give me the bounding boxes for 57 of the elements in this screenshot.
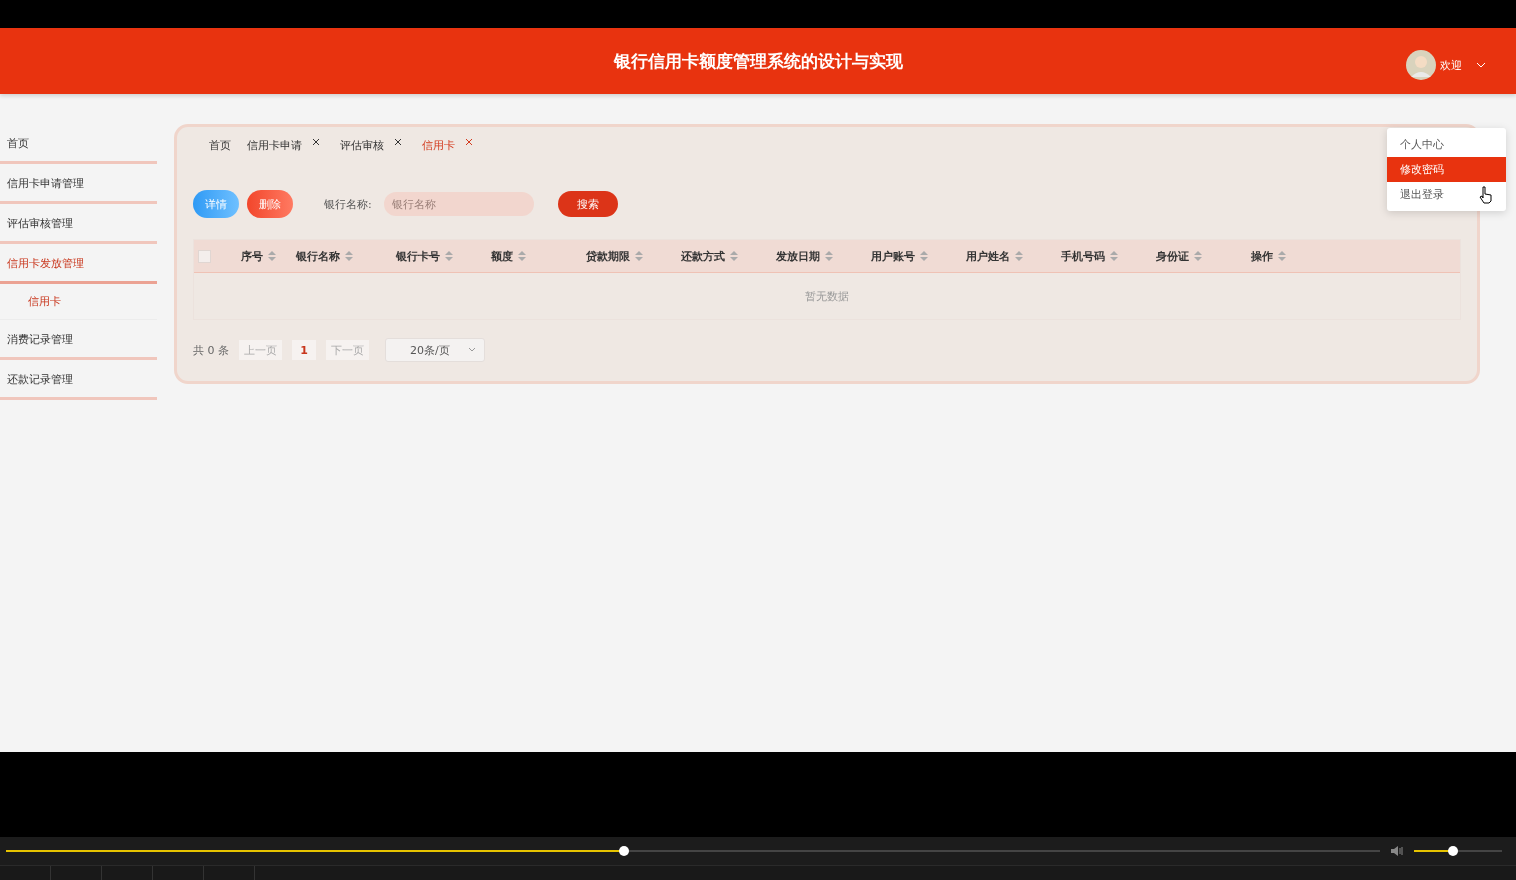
sort-icon[interactable] [518,251,526,261]
column-header[interactable]: 身份证 [1156,248,1189,264]
hand-cursor-icon [1479,186,1493,204]
column-header[interactable]: 发放日期 [776,248,820,264]
sidebar-subitem[interactable]: 信用卡 [0,284,157,320]
sidebar-item[interactable]: 信用卡发放管理 [0,244,157,284]
search-button[interactable]: 搜索 [557,191,618,217]
close-icon[interactable] [394,138,402,146]
column-header[interactable]: 银行卡号 [396,248,440,264]
sort-icon[interactable] [1194,251,1202,261]
total-count: 共 0 条 [193,342,229,358]
sidebar-item[interactable]: 评估审核管理 [0,204,157,244]
select-all-checkbox[interactable] [198,249,211,263]
column-header[interactable]: 用户姓名 [966,248,1010,264]
slider-thumb[interactable] [619,846,630,856]
tab[interactable]: 首页 [203,137,237,153]
sidebar-item[interactable]: 首页 [0,124,157,164]
sort-icon[interactable] [1278,251,1286,261]
sort-icon[interactable] [1110,251,1118,261]
field-label: 银行名称: [324,196,372,212]
greeting-text[interactable]: 欢迎 [1440,57,1462,73]
sort-icon[interactable] [345,251,353,261]
search-field[interactable]: 银行名称 [383,192,534,216]
sort-icon[interactable] [730,251,738,261]
menu-item[interactable]: 个人中心 [1387,132,1506,157]
app-title: 银行信用卡额度管理系统的设计与实现 [613,49,903,73]
sidebar-item[interactable]: 信用卡申请管理 [0,164,157,204]
menu-item[interactable]: 修改密码 [1387,157,1506,182]
page-number[interactable]: 1 [292,340,316,360]
speaker-icon[interactable] [1390,845,1404,857]
caret-icon[interactable] [1476,61,1486,69]
chevron-down-icon[interactable] [468,347,476,353]
sidebar-item[interactable]: 消费记录管理 [0,320,157,360]
column-header[interactable]: 用户账号 [871,248,915,264]
sort-icon[interactable] [920,251,928,261]
column-header[interactable]: 贷款期限 [586,248,630,264]
column-header[interactable]: 手机号码 [1061,248,1105,264]
tab[interactable]: 信用卡 [416,137,461,153]
page-size-select[interactable]: 20条/页 [385,338,485,362]
sort-icon[interactable] [825,251,833,261]
sort-icon[interactable] [635,251,643,261]
sort-icon[interactable] [1015,251,1023,261]
tab[interactable]: 评估审核 [334,137,390,153]
column-header[interactable]: 操作 [1251,248,1273,264]
slider-thumb[interactable] [1447,846,1458,856]
sort-icon[interactable] [445,251,453,261]
close-icon[interactable] [312,138,320,146]
column-header[interactable]: 还款方式 [681,248,725,264]
column-header[interactable]: 额度 [491,248,513,264]
empty-message: 暂无数据 [805,288,849,304]
avatar-icon[interactable] [1406,50,1436,80]
sidebar-item[interactable]: 还款记录管理 [0,360,157,400]
tab[interactable]: 信用卡申请 [241,137,308,153]
sort-icon[interactable] [268,251,276,261]
column-header[interactable]: 序号 [241,248,263,264]
menu-item[interactable]: 退出登录 [1387,182,1506,207]
column-header[interactable]: 银行名称 [296,248,340,264]
